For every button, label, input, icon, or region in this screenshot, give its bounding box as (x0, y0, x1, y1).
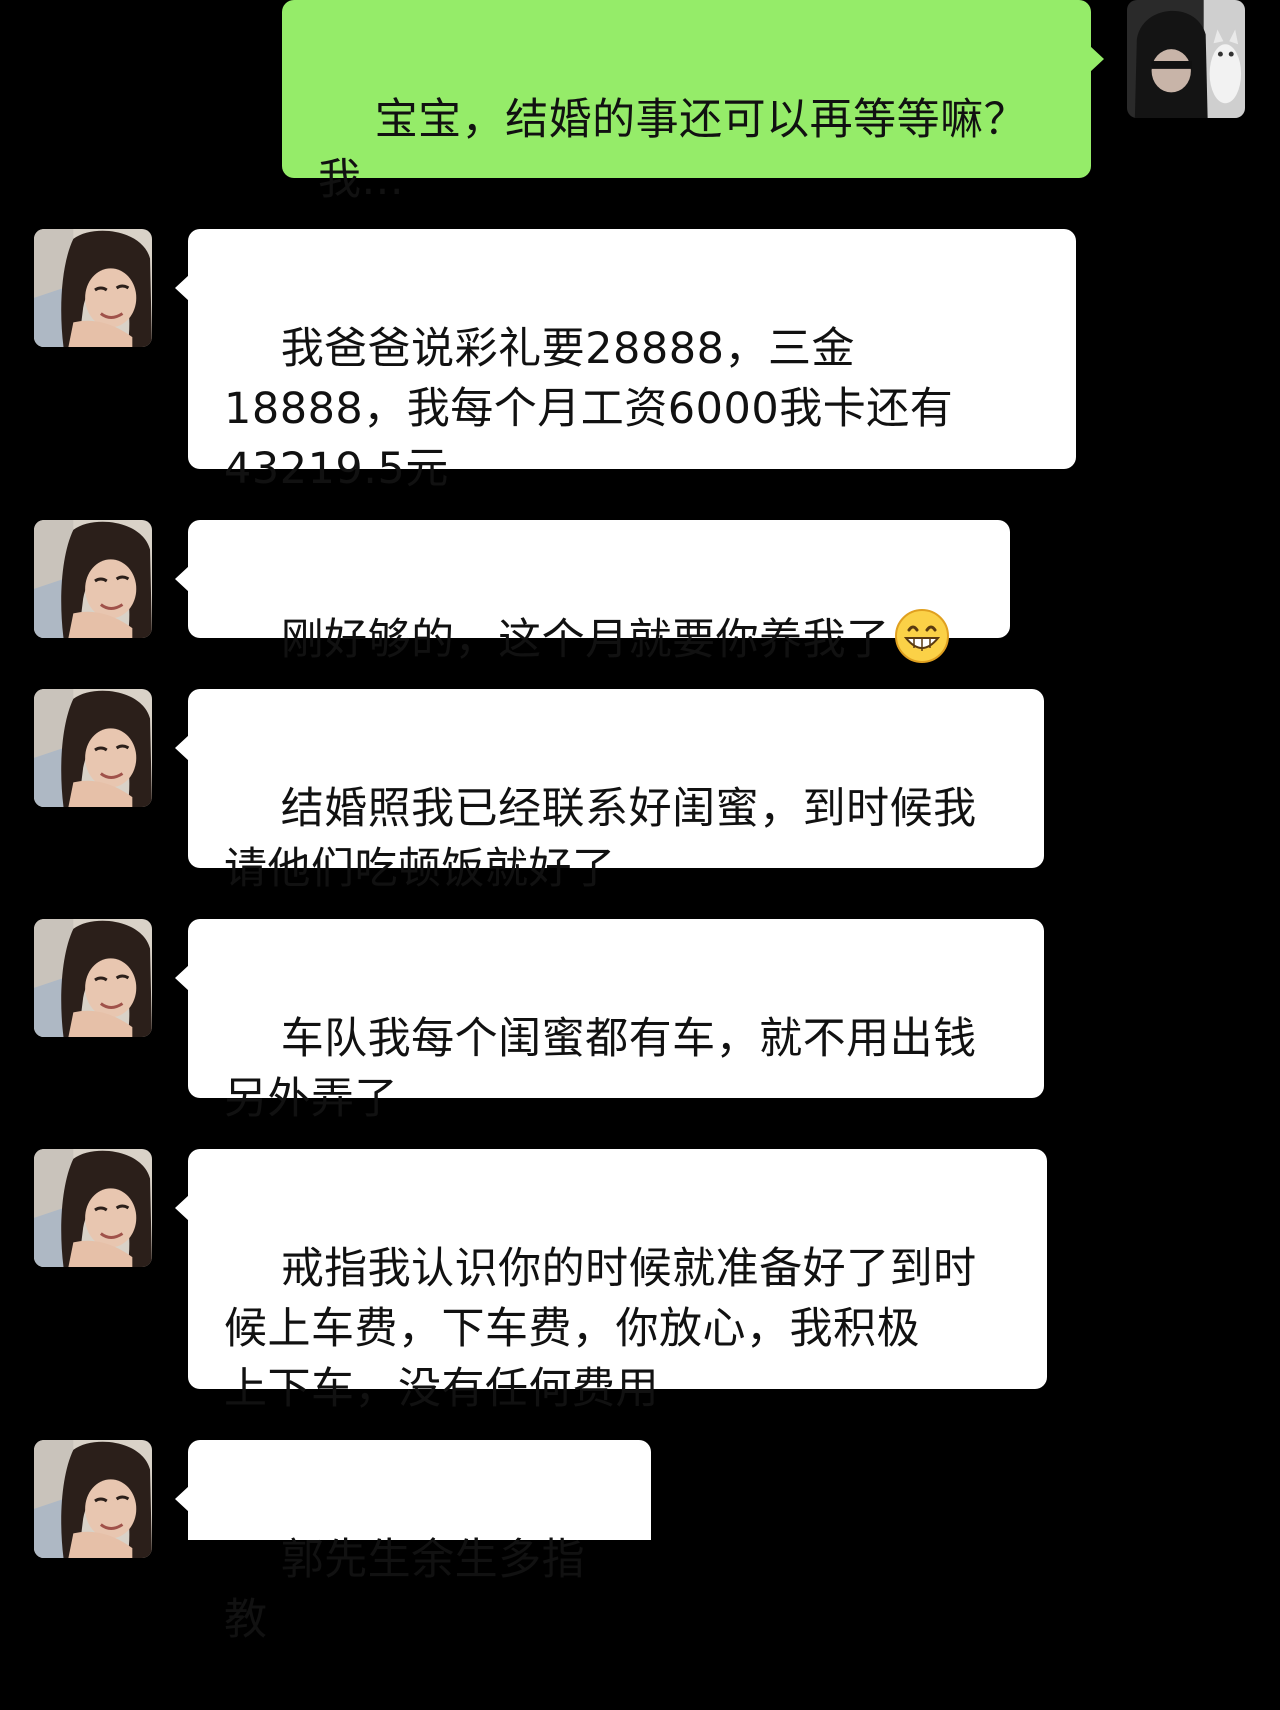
bubble-tail (175, 735, 189, 761)
message-text: 郭先生余生多指教 (224, 1535, 586, 1645)
outgoing-message-bubble[interactable]: 宝宝，结婚的事还可以再等等嘛？ 我... (282, 0, 1091, 205)
smiling-woman-avatar-icon[interactable] (34, 1440, 152, 1558)
bubble-tail (175, 566, 189, 592)
incoming-message-bubble[interactable]: 结婚照我已经联系好闺蜜，到时候我 请他们吃顿饭就好了 (188, 689, 1044, 894)
smiling-woman-avatar-icon[interactable] (34, 689, 152, 807)
message-text: 刚好够的，这个月就要你养我了 (280, 615, 890, 665)
bubble-tail (175, 1195, 189, 1221)
grinning-face-icon (894, 608, 950, 664)
message-text: 我爸爸说彩礼要28888，三金 18888，我每个月工资6000我卡还有 432… (224, 324, 954, 494)
hooded-person-with-cat-avatar-icon[interactable] (1127, 0, 1245, 118)
incoming-message-bubble[interactable]: 车队我每个闺蜜都有车，就不用出钱 另外弄了 (188, 919, 1044, 1124)
chat-thread: 宝宝，结婚的事还可以再等等嘛？ 我... 我爸爸说彩礼要28888，三金 188… (0, 0, 1280, 1645)
smiling-woman-avatar-icon[interactable] (34, 919, 152, 1037)
smiling-woman-avatar-icon[interactable] (34, 520, 152, 638)
bubble-tail (1090, 46, 1104, 72)
incoming-message-bubble[interactable]: 我爸爸说彩礼要28888，三金 18888，我每个月工资6000我卡还有 432… (188, 229, 1076, 494)
smiling-woman-avatar-icon[interactable] (34, 229, 152, 347)
message-text: 结婚照我已经联系好闺蜜，到时候我 请他们吃顿饭就好了 (224, 784, 977, 894)
bubble-tail (175, 965, 189, 991)
incoming-message-bubble[interactable]: 刚好够的，这个月就要你养我了 (188, 520, 1010, 665)
bubble-tail (175, 1486, 189, 1512)
incoming-message-bubble[interactable]: 郭先生余生多指教 (188, 1440, 651, 1645)
message-text: 宝宝，结婚的事还可以再等等嘛？ 我... (318, 95, 1028, 205)
bubble-tail (175, 275, 189, 301)
incoming-message-bubble[interactable]: 戒指我认识你的时候就准备好了到时 候上车费，下车费，你放心，我积极 上下车，没有… (188, 1149, 1047, 1414)
message-text: 戒指我认识你的时候就准备好了到时 候上车费，下车费，你放心，我积极 上下车，没有… (224, 1244, 977, 1414)
message-text: 车队我每个闺蜜都有车，就不用出钱 另外弄了 (224, 1014, 977, 1124)
smiling-woman-avatar-icon[interactable] (34, 1149, 152, 1267)
